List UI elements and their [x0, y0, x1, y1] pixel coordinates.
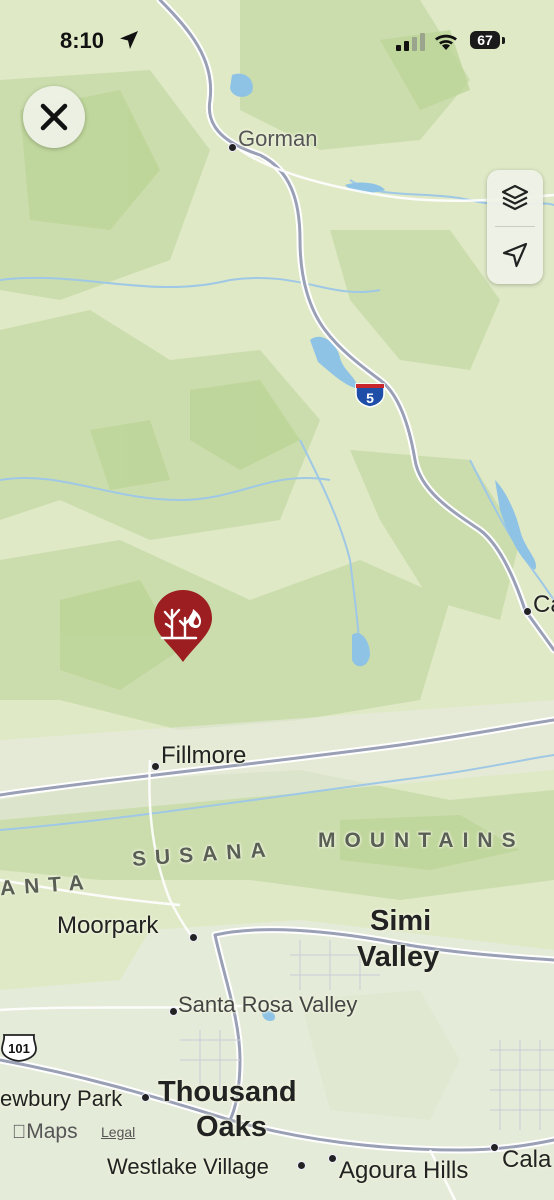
maps-attribution-text: Maps [12, 1120, 77, 1143]
place-label-santa-rosa-valley[interactable]: Santa Rosa Valley [178, 992, 357, 1018]
map-layers-button[interactable] [487, 170, 543, 226]
apple-logo-icon:  [12, 1122, 26, 1143]
interstate-5-label: 5 [366, 390, 374, 406]
battery-level: 67 [470, 31, 500, 49]
cellular-signal-icon [396, 33, 425, 51]
place-dot-fillmore [151, 762, 160, 771]
interstate-5-shield: 5 [355, 383, 385, 408]
us-101-shield: 101 [1, 1034, 37, 1062]
battery-tip [502, 37, 505, 44]
place-label-westlake-village[interactable]: Westlake Village [107, 1154, 269, 1180]
place-dot-santa-rosa-valley [169, 1007, 178, 1016]
place-label-moorpark[interactable]: Moorpark [57, 912, 158, 940]
place-label-agoura-hills[interactable]: Agoura Hills [339, 1157, 468, 1185]
place-dot-newbury-park [141, 1093, 150, 1102]
place-label-calabasas[interactable]: Cala [502, 1146, 551, 1174]
place-dot-moorpark [189, 933, 198, 942]
place-dot-castaic [523, 607, 532, 616]
place-label-castaic[interactable]: Ca [533, 591, 554, 619]
layers-icon [501, 184, 529, 211]
us-101-label: 101 [8, 1041, 30, 1056]
wifi-icon [435, 34, 457, 50]
place-dot-calabasas [490, 1143, 499, 1152]
clock: 8:10 [60, 28, 105, 53]
place-dot-gorman [228, 143, 237, 152]
place-dot-agoura-hills [328, 1154, 337, 1163]
mountain-label-mountains: MOUNTAINS [318, 829, 525, 852]
current-location-button[interactable] [487, 227, 543, 283]
place-label-oaks[interactable]: Oaks [196, 1112, 267, 1143]
place-label-thousand[interactable]: Thousand [158, 1077, 297, 1108]
location-arrow-icon [502, 242, 528, 268]
close-button[interactable] [23, 86, 85, 148]
place-label-simi[interactable]: Simi [370, 906, 431, 937]
place-label-newbury-park[interactable]: ewbury Park [0, 1086, 122, 1112]
apple-maps-logo: Maps [12, 1120, 78, 1144]
legal-link[interactable]: Legal [101, 1124, 135, 1140]
place-label-gorman[interactable]: Gorman [238, 126, 317, 152]
status-bar: 8:10 67 [0, 0, 554, 80]
place-label-valley[interactable]: Valley [357, 942, 439, 973]
wildfire-marker[interactable] [152, 588, 214, 664]
location-arrow-icon [120, 31, 138, 49]
place-dot-westlake-village [297, 1161, 306, 1170]
battery-icon: 67 [470, 31, 506, 51]
map-view[interactable] [0, 0, 554, 1200]
place-label-fillmore[interactable]: Fillmore [161, 742, 246, 770]
map-controls [487, 170, 543, 284]
close-icon [40, 103, 68, 131]
